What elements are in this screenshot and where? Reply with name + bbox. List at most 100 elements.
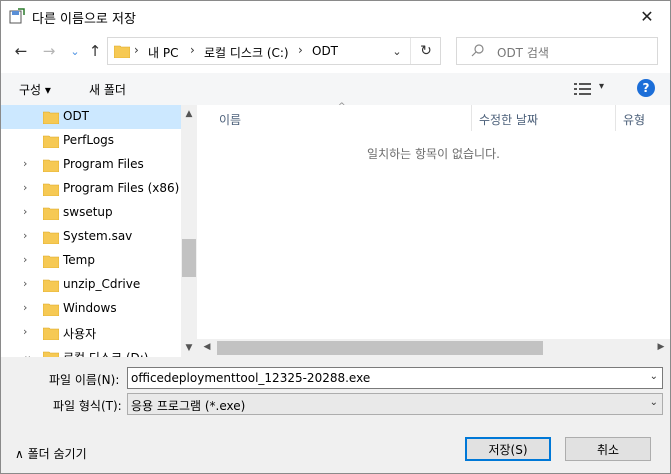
breadcrumb-chevron[interactable]: › [134,43,139,57]
search-box[interactable]: ODT 검색 [456,37,658,65]
back-arrow-icon: ← [14,42,28,60]
tree-item-label: 로컬 디스크 (D:) [63,349,148,357]
tree-item[interactable]: › unzip_Cdrive [1,273,181,297]
navigation-bar: ← → ⌄ ↑ › 내 PC › 로컬 디스크 (C:) › ODT ⌄ ↻ O… [1,31,670,73]
divider [615,105,616,131]
folder-icon [43,135,59,148]
tree-item[interactable]: › Program Files (x86) [1,177,181,201]
tree-item[interactable]: › swsetup [1,201,181,225]
folder-icon [43,111,59,124]
forward-arrow-icon: → [42,42,56,60]
help-button[interactable]: ? [637,79,655,97]
refresh-button[interactable]: ↻ [416,42,436,60]
tree-item-label: swsetup [63,205,113,219]
scrollbar-thumb[interactable] [182,239,196,277]
chevron-right-icon[interactable]: › [23,229,27,242]
filetype-label: 파일 형식(T): [53,399,122,413]
command-bar: 구성 ▾ 새 폴더 ▾ ? [1,73,670,105]
folder-icon [43,255,59,268]
chevron-right-icon[interactable]: › [23,157,27,170]
navigation-pane: ODT PerfLogs › Program Files › Program Files … [1,105,181,357]
scrollbar-thumb[interactable] [217,341,543,355]
search-icon [471,44,484,57]
cancel-button[interactable]: 취소 [565,437,651,461]
tree-item-label: unzip_Cdrive [63,277,141,291]
folder-icon [43,207,59,220]
chevron-right-icon[interactable]: › [23,253,27,266]
tree-item-label: ODT [63,109,90,123]
address-history-button[interactable]: ⌄ [388,42,406,60]
organize-button[interactable]: 구성 ▾ [19,81,51,98]
save-as-icon [9,8,25,24]
file-list: ^ 이름 수정한 날짜 유형 일치하는 항목이 없습니다. ◀ ▶ [197,102,670,357]
chevron-right-icon[interactable]: › [23,205,27,218]
tree-item[interactable]: › 사용자 [1,321,181,345]
scroll-down-icon[interactable]: ▼ [181,343,197,353]
filetype-select[interactable]: 응용 프로그램 (*.exe) ⌄ [127,393,663,415]
search-placeholder: ODT 검색 [497,46,549,60]
breadcrumb-chevron[interactable]: › [298,43,303,57]
chevron-right-icon[interactable]: › [23,181,27,194]
up-button[interactable]: ↑ [85,41,105,61]
chevron-right-icon[interactable]: ⌄ [23,349,32,357]
breadcrumb-this-pc[interactable]: 내 PC [148,44,178,61]
forward-button[interactable]: → [39,41,59,61]
divider [410,38,411,64]
tree-item[interactable]: ⌄ 로컬 디스크 (D:) [1,345,181,357]
dialog-title: 다른 이름으로 저장 [32,12,136,27]
file-list-scrollbar[interactable]: ◀ ▶ [197,339,670,357]
breadcrumb-chevron[interactable]: › [190,43,195,57]
filename-input[interactable]: officedeploymenttool_12325-20288.exe ⌄ [127,367,663,389]
view-options-icon[interactable] [574,82,592,96]
scroll-up-icon[interactable]: ▲ [181,109,197,119]
tree-item[interactable]: › Temp [1,249,181,273]
folder-icon [43,279,59,292]
save-as-dialog: 다른 이름으로 저장 ✕ ← → ⌄ ↑ › 내 PC › 로컬 디스크 (C:… [0,0,671,474]
column-header-type[interactable]: 유형 [623,111,645,128]
tree-item-label: Program Files (x86) [63,181,180,195]
tree-item-label: Program Files [63,157,144,171]
tree-item[interactable]: › Windows [1,297,181,321]
chevron-right-icon[interactable]: › [23,301,27,314]
column-header-name[interactable]: 이름 [219,111,241,128]
empty-message: 일치하는 항목이 없습니다. [367,147,500,161]
title-bar: 다른 이름으로 저장 ✕ [1,1,670,31]
address-bar[interactable]: › 내 PC › 로컬 디스크 (C:) › ODT ⌄ ↻ [107,37,441,65]
navigation-pane-scrollbar[interactable]: ▲ ▼ [181,105,197,357]
folder-icon [43,351,59,357]
column-header-date-modified[interactable]: 수정한 날짜 [479,111,538,128]
new-folder-button[interactable]: 새 폴더 [89,81,126,98]
tree-item-label: System.sav [63,229,133,243]
close-button[interactable]: ✕ [624,1,670,31]
chevron-right-icon[interactable]: › [23,277,27,290]
tree-item[interactable]: › Program Files [1,153,181,177]
tree-item[interactable]: ODT [1,105,181,129]
folder-icon [43,303,59,316]
tree-item[interactable]: PerfLogs [1,129,181,153]
refresh-icon: ↻ [420,43,432,59]
breadcrumb-local-disk-c[interactable]: 로컬 디스크 (C:) [204,44,289,61]
save-form: 파일 이름(N): officedeploymenttool_12325-202… [1,357,670,473]
folder-icon [43,183,59,196]
tree-item[interactable]: › System.sav [1,225,181,249]
save-button[interactable]: 저장(S) [465,437,551,461]
sort-indicator-icon: ^ [338,102,346,112]
filename-label: 파일 이름(N): [49,373,120,387]
view-dropdown-button[interactable]: ▾ [599,81,604,92]
divider [471,105,472,131]
breadcrumb-odt[interactable]: ODT [312,44,338,58]
scroll-right-icon[interactable]: ▶ [653,342,669,352]
back-button[interactable]: ← [11,41,31,61]
up-arrow-icon: ↑ [88,42,102,60]
chevron-down-icon: ⌄ [392,44,402,58]
hide-folders-button[interactable]: ∧ 폴더 숨기기 [15,445,87,462]
tree-item-label: Temp [63,253,95,267]
chevron-down-icon: ⌄ [649,397,658,408]
chevron-right-icon[interactable]: › [23,325,27,338]
scroll-left-icon[interactable]: ◀ [199,342,215,352]
tree-item-label: PerfLogs [63,133,115,147]
chevron-down-icon[interactable]: ⌄ [650,371,658,382]
recent-locations-button[interactable]: ⌄ [65,41,85,61]
filename-value: officedeploymenttool_12325-20288.exe [131,371,371,385]
close-icon: ✕ [640,6,654,26]
